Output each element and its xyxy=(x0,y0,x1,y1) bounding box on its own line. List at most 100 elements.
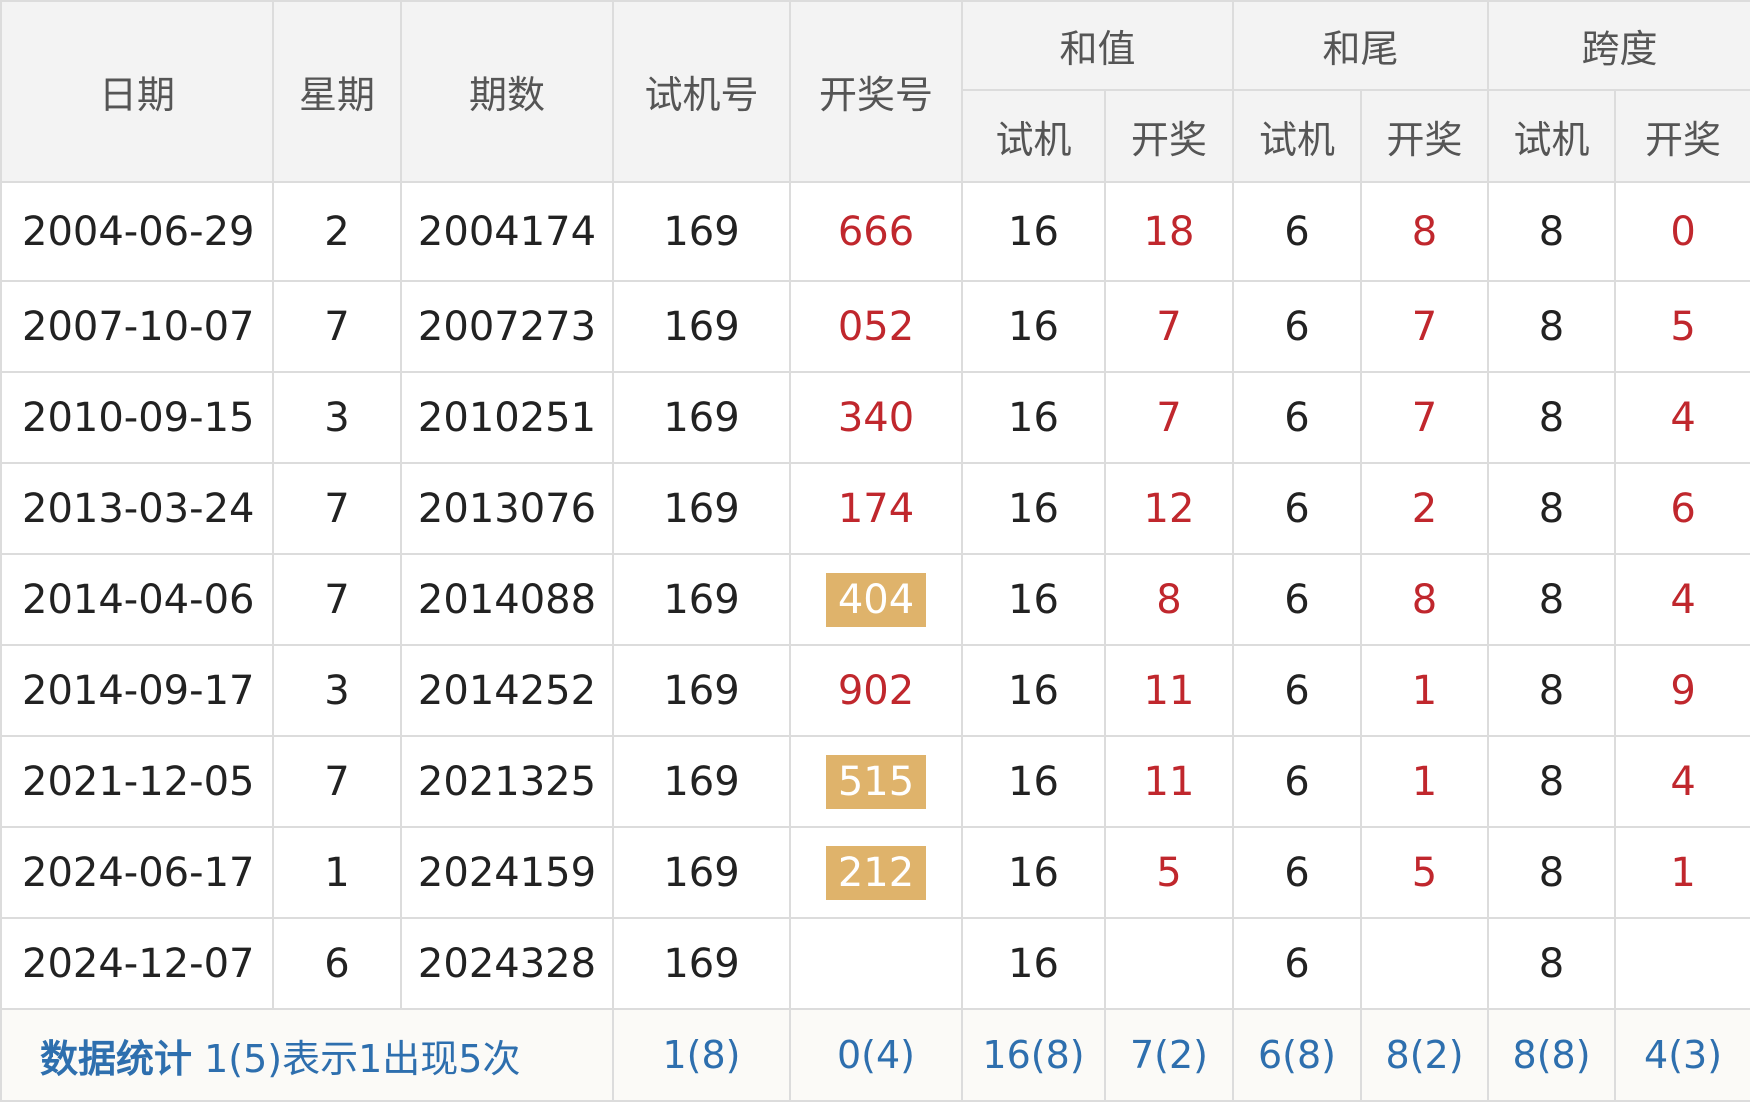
header-span-draw: 开奖 xyxy=(1614,89,1750,183)
header-span: 跨度 xyxy=(1487,0,1750,91)
cell-draw-number: 212 xyxy=(789,826,963,919)
cell-date: 2007-10-07 xyxy=(0,280,274,373)
table-row: 2014-09-17 3 2014252 169 902 16 11 6 1 8 9 xyxy=(0,644,1750,737)
cell-span-draw: 6 xyxy=(1614,462,1750,555)
header-weekday: 星期 xyxy=(272,0,402,183)
table-header: 日期 星期 期数 试机号 开奖号 和值 和尾 跨度 试机 开奖 试机 开奖 试机… xyxy=(0,0,1750,183)
header-test-number: 试机号 xyxy=(612,0,791,183)
cell-span-test: 8 xyxy=(1487,553,1617,646)
cell-sum-test: 16 xyxy=(961,917,1106,1010)
cell-test-number: 169 xyxy=(612,280,791,373)
cell-span-draw: 4 xyxy=(1614,735,1750,828)
cell-sum-draw: 7 xyxy=(1103,371,1235,464)
header-sum-tail: 和尾 xyxy=(1232,0,1490,91)
table-body: 2004-06-29 2 2004174 169 666 16 18 6 8 8 0 2007-10-… xyxy=(0,181,1750,1010)
cell-issue: 2014088 xyxy=(400,553,614,646)
cell-sum-test: 16 xyxy=(961,553,1106,646)
cell-test-number: 169 xyxy=(612,644,791,737)
table-row: 2024-12-07 6 2024328 169 16 6 8 xyxy=(0,917,1750,1010)
table-row: 2014-04-06 7 2014088 169 404 16 8 6 8 8 4 xyxy=(0,553,1750,646)
stats-draw: 0(4) xyxy=(789,1008,963,1102)
cell-span-draw xyxy=(1614,917,1750,1010)
cell-weekday: 7 xyxy=(272,462,402,555)
cell-span-test: 8 xyxy=(1487,371,1617,464)
cell-span-test: 8 xyxy=(1487,181,1617,282)
cell-tail-test: 6 xyxy=(1232,553,1363,646)
cell-sum-test: 16 xyxy=(961,735,1106,828)
cell-test-number: 169 xyxy=(612,917,791,1010)
draw-number-highlight: 515 xyxy=(825,754,927,809)
cell-span-draw: 9 xyxy=(1614,644,1750,737)
cell-draw-number: 174 xyxy=(789,462,963,555)
cell-date: 2014-04-06 xyxy=(0,553,274,646)
cell-date: 2014-09-17 xyxy=(0,644,274,737)
cell-tail-test: 6 xyxy=(1232,826,1363,919)
cell-sum-draw xyxy=(1103,917,1235,1010)
cell-draw-number: 340 xyxy=(789,371,963,464)
cell-sum-test: 16 xyxy=(961,181,1106,282)
cell-issue: 2024328 xyxy=(400,917,614,1010)
cell-span-test: 8 xyxy=(1487,280,1617,373)
cell-sum-test: 16 xyxy=(961,280,1106,373)
cell-date: 2010-09-15 xyxy=(0,371,274,464)
cell-sum-draw: 8 xyxy=(1103,553,1235,646)
cell-tail-test: 6 xyxy=(1232,181,1363,282)
cell-tail-draw xyxy=(1360,917,1490,1010)
cell-issue: 2010251 xyxy=(400,371,614,464)
cell-sum-draw: 11 xyxy=(1103,735,1235,828)
table-row: 2010-09-15 3 2010251 169 340 16 7 6 7 8 4 xyxy=(0,371,1750,464)
cell-span-test: 8 xyxy=(1487,735,1617,828)
stats-span-test: 8(8) xyxy=(1487,1008,1617,1102)
cell-tail-draw: 5 xyxy=(1360,826,1490,919)
cell-draw-number: 515 xyxy=(789,735,963,828)
draw-number-highlight: 404 xyxy=(825,572,927,627)
cell-date: 2021-12-05 xyxy=(0,735,274,828)
header-date: 日期 xyxy=(0,0,274,183)
table-row: 2021-12-05 7 2021325 169 515 16 11 6 1 8 4 xyxy=(0,735,1750,828)
cell-test-number: 169 xyxy=(612,735,791,828)
stats-span-draw: 4(3) xyxy=(1614,1008,1750,1102)
cell-test-number: 169 xyxy=(612,462,791,555)
cell-issue: 2014252 xyxy=(400,644,614,737)
cell-tail-draw: 7 xyxy=(1360,371,1490,464)
header-sum: 和值 xyxy=(960,0,1235,91)
cell-draw-number: 052 xyxy=(789,280,963,373)
header-sum-draw: 开奖 xyxy=(1103,89,1235,183)
header-span-test: 试机 xyxy=(1487,89,1617,183)
cell-date: 2024-12-07 xyxy=(0,917,274,1010)
cell-draw-number: 666 xyxy=(789,181,963,282)
cell-tail-draw: 7 xyxy=(1360,280,1490,373)
cell-tail-draw: 1 xyxy=(1360,735,1490,828)
cell-tail-test: 6 xyxy=(1232,917,1363,1010)
stats-note: 1(5)表示1出现5次 xyxy=(204,1036,521,1081)
cell-date: 2004-06-29 xyxy=(0,181,274,282)
cell-weekday: 6 xyxy=(272,917,402,1010)
cell-weekday: 3 xyxy=(272,371,402,464)
cell-issue: 2013076 xyxy=(400,462,614,555)
header-draw-number: 开奖号 xyxy=(789,0,963,183)
cell-span-test: 8 xyxy=(1487,644,1617,737)
header-tail-draw: 开奖 xyxy=(1360,89,1490,183)
header-sum-test: 试机 xyxy=(961,89,1106,183)
cell-sum-test: 16 xyxy=(961,826,1106,919)
cell-tail-draw: 8 xyxy=(1360,553,1490,646)
cell-date: 2024-06-17 xyxy=(0,826,274,919)
stats-tail-test: 6(8) xyxy=(1232,1008,1363,1102)
header-tail-test: 试机 xyxy=(1232,89,1363,183)
stats-label: 数据统计 xyxy=(40,1036,193,1081)
cell-issue: 2024159 xyxy=(400,826,614,919)
draw-number-highlight: 212 xyxy=(825,845,927,900)
cell-tail-draw: 1 xyxy=(1360,644,1490,737)
cell-weekday: 3 xyxy=(272,644,402,737)
stats-label-cell: 数据统计 1(5)表示1出现5次 xyxy=(0,1008,614,1102)
cell-weekday: 1 xyxy=(272,826,402,919)
table-row: 2024-06-17 1 2024159 169 212 16 5 6 5 8 1 xyxy=(0,826,1750,919)
cell-tail-draw: 8 xyxy=(1360,181,1490,282)
trial-number-history-table: 日期 星期 期数 试机号 开奖号 和值 和尾 跨度 试机 开奖 试机 开奖 试机… xyxy=(0,0,1750,1102)
stats-sum-test: 16(8) xyxy=(961,1008,1106,1102)
cell-weekday: 7 xyxy=(272,735,402,828)
cell-tail-draw: 2 xyxy=(1360,462,1490,555)
cell-span-draw: 0 xyxy=(1614,181,1750,282)
stats-tail-draw: 8(2) xyxy=(1360,1008,1490,1102)
cell-span-draw: 5 xyxy=(1614,280,1750,373)
